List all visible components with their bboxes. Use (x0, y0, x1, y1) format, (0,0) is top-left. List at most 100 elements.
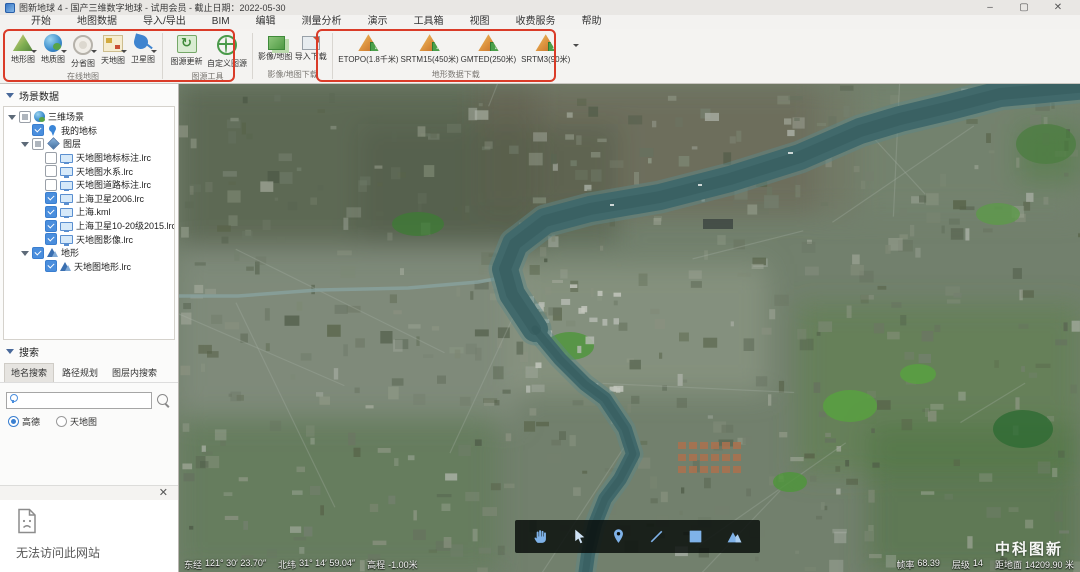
search-input[interactable] (6, 391, 152, 409)
search-providers: 高德 天地图 (0, 412, 178, 431)
chevron-down-icon[interactable] (91, 50, 97, 53)
tree-item[interactable]: 上海卫星2006.lrc (4, 192, 174, 206)
ribbon-group-terrain-download: ↓ ETOPO(1.8千米) ↓ SRTM15(450米) ↓ GMTED(25… (337, 29, 580, 83)
checkbox[interactable] (32, 246, 44, 259)
ribbon-button[interactable]: 卫星图 (128, 32, 158, 66)
collapse-triangle-icon[interactable] (6, 349, 14, 354)
line-icon[interactable] (648, 528, 665, 545)
checkbox[interactable] (45, 178, 57, 191)
tree-item[interactable]: 三维场景 (4, 110, 174, 124)
radio-icon (8, 415, 19, 427)
search-header[interactable]: 搜索 (0, 340, 178, 361)
checkbox[interactable] (19, 110, 31, 123)
tree-item[interactable]: 我的地标 (4, 124, 174, 138)
search-tab[interactable]: 路径规划 (56, 364, 104, 382)
ribbon-group-label: 在线地图 (67, 72, 99, 81)
ribbon-button[interactable]: 地形图 (8, 32, 38, 66)
checkbox[interactable] (45, 233, 57, 246)
menu-item[interactable]: 开始 (18, 15, 64, 29)
checkbox[interactable] (45, 219, 57, 232)
download-badge-icon: ↓ (547, 42, 556, 51)
minimize-button[interactable]: – (973, 0, 1007, 15)
tree-item[interactable]: 天地图影像.lrc (4, 232, 174, 246)
maximize-button[interactable]: ▢ (1007, 0, 1041, 15)
expander-icon[interactable] (21, 249, 29, 257)
coordinates-readout: 东经 121° 30′ 23.70″ 北纬 31° 14′ 59.04″ 高程 -1.00… (184, 558, 418, 571)
chevron-down-icon[interactable] (61, 50, 67, 53)
ribbon-button-label: ETOPO(1.8千米) (338, 55, 399, 64)
menu-item[interactable]: 帮助 (569, 15, 615, 29)
menu-item[interactable]: 收费服务 (503, 15, 569, 29)
chevron-down-icon[interactable] (31, 50, 37, 53)
ribbon-button[interactable]: 自定义图源 (206, 32, 248, 70)
layer-type-icon (47, 124, 58, 136)
ribbon-button-label: 导入下载 (294, 52, 327, 61)
title-bar: 图新地球 4 - 国产三维数字地球 - 试用会员 - 截止日期：2022-05-… (0, 0, 1080, 15)
menu-item[interactable]: 视图 (457, 15, 503, 29)
checkbox[interactable] (45, 260, 57, 273)
ribbon-button[interactable]: ↓ GMTED(250米) (460, 32, 518, 66)
ribbon-button[interactable]: 导入下载 (293, 32, 328, 63)
collapse-triangle-icon[interactable] (6, 93, 14, 98)
ribbon-button[interactable]: 影像/地图 (257, 32, 293, 63)
ribbon-group-label: 地形数据下载 (431, 70, 480, 79)
close-button[interactable]: ✕ (1041, 0, 1075, 15)
tree-item[interactable]: 图层 (4, 137, 174, 151)
search-icon[interactable] (157, 393, 168, 405)
menu-item[interactable]: 测量分析 (289, 15, 355, 29)
menu-item[interactable]: 地图数据 (64, 15, 130, 29)
scene-data-title: 场景数据 (19, 92, 59, 103)
group-divider (252, 33, 253, 79)
close-icon[interactable]: ✕ (159, 488, 168, 499)
menu-item[interactable]: 工具箱 (401, 15, 457, 29)
checkbox[interactable] (45, 151, 57, 164)
placemark-icon[interactable] (610, 528, 627, 545)
ribbon-button[interactable]: 地质图 (38, 32, 68, 66)
ribbon-button-label: 分省图 (71, 59, 95, 68)
expander-icon[interactable] (8, 113, 16, 121)
menu-item[interactable]: 导入/导出 (130, 15, 199, 29)
tree-item[interactable]: 上海卫星10-20级2015.lrc (4, 219, 174, 233)
checkbox[interactable] (45, 205, 57, 218)
layer-type-icon (60, 167, 73, 178)
satellite-map[interactable] (178, 84, 1080, 572)
ribbon-button[interactable]: ↓ ETOPO(1.8千米) (337, 32, 399, 66)
ribbon-button[interactable]: 图源更新 (167, 32, 206, 68)
checkbox[interactable] (32, 124, 44, 137)
status-item: 层级 14 (952, 558, 983, 571)
tree-item[interactable]: 天地图地形.lrc (4, 260, 174, 274)
menu-item[interactable]: 编辑 (243, 15, 289, 29)
checkbox[interactable] (45, 165, 57, 178)
search-tab[interactable]: 地名搜索 (4, 363, 55, 382)
layer-type-icon (60, 194, 73, 205)
tree-item[interactable]: 天地图地标标注.lrc (4, 151, 174, 165)
chevron-down-icon[interactable] (573, 44, 580, 47)
expander-icon[interactable] (21, 140, 29, 148)
checkbox[interactable] (32, 137, 44, 150)
menu-item[interactable]: BIM (199, 15, 243, 29)
tree-item[interactable]: 上海.kml (4, 205, 174, 219)
map-layer-icon (44, 34, 62, 52)
ribbon-button[interactable]: 分省图 (68, 32, 98, 70)
tree-item[interactable]: 天地图水系.lrc (4, 164, 174, 178)
select-icon[interactable] (571, 528, 588, 545)
tree-item[interactable]: 天地图道路标注.lrc (4, 178, 174, 192)
menu-item[interactable]: 演示 (355, 15, 401, 29)
ribbon-button-label: 自定义图源 (207, 59, 247, 68)
polygon-icon[interactable] (687, 528, 704, 545)
search-tab[interactable]: 图层内搜索 (106, 364, 163, 382)
provider-option[interactable]: 天地图 (56, 415, 97, 428)
ribbon-button[interactable]: ↓ SRTM3(90米) (517, 32, 580, 66)
tree-item[interactable]: 地形 (4, 246, 174, 260)
provider-option[interactable]: 高德 (8, 415, 40, 428)
map-viewport[interactable]: 中科图新 东经 121° 30′ 23.70″ 北纬 31° 14′ 59.04″ 高程… (178, 84, 1080, 572)
scene-data-header[interactable]: 场景数据 (0, 84, 178, 105)
pan-icon[interactable] (532, 528, 549, 545)
ribbon-button[interactable]: 天地图 (98, 32, 128, 67)
chevron-down-icon[interactable] (121, 50, 127, 53)
ribbon-group-source-tools: 图源更新 自定义图源 图源工具 (167, 29, 248, 83)
profile-icon[interactable] (726, 528, 743, 545)
chevron-down-icon[interactable] (151, 50, 157, 53)
checkbox[interactable] (45, 192, 57, 205)
ribbon-button[interactable]: ↓ SRTM15(450米) (400, 32, 460, 66)
